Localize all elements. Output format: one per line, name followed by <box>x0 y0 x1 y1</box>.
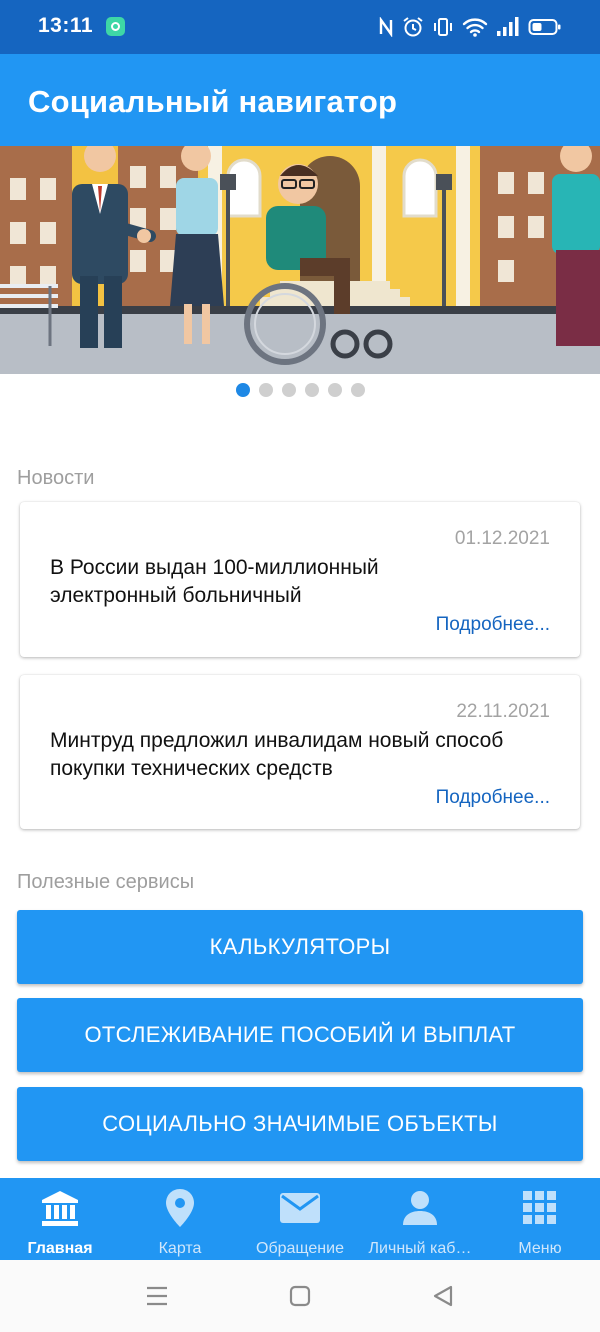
nav-label: Личный каб… <box>368 1240 472 1257</box>
wifi-icon <box>462 18 488 37</box>
news-more-link[interactable]: Подробнее... <box>436 614 550 636</box>
app-bar: Социальный навигатор <box>0 54 600 146</box>
calculators-button[interactable]: КАЛЬКУЛЯТОРЫ <box>17 910 583 984</box>
news-card[interactable]: 01.12.2021 В России выдан 100-миллионный… <box>20 502 580 657</box>
carousel-dot[interactable] <box>235 383 250 397</box>
nav-label: Главная <box>27 1240 93 1257</box>
nav-item-home[interactable]: Главная <box>0 1178 120 1260</box>
nav-label: Обращение <box>256 1240 344 1257</box>
alarm-icon <box>403 17 423 37</box>
nav-item-menu[interactable]: Меню <box>480 1178 600 1260</box>
carousel-indicator <box>0 383 600 397</box>
banner-carousel[interactable] <box>0 146 600 374</box>
nav-label: Меню <box>518 1240 562 1257</box>
banner-illustration <box>0 146 600 374</box>
news-date: 22.11.2021 <box>456 701 550 722</box>
news-headline: Минтруд предложил инвалидам новый способ… <box>50 729 504 780</box>
news-headline: В России выдан 100-миллионный электронны… <box>50 556 379 607</box>
nav-item-appeal[interactable]: Обращение <box>240 1178 360 1260</box>
news-section-label: Новости <box>17 467 95 489</box>
signal-icon <box>497 17 519 36</box>
app-notification-icon <box>106 17 125 36</box>
news-more-link[interactable]: Подробнее... <box>436 787 550 809</box>
services-section-label: Полезные сервисы <box>17 871 195 893</box>
carousel-dot[interactable] <box>281 383 296 397</box>
nfc-icon <box>379 17 393 37</box>
map-pin-icon <box>165 1188 195 1228</box>
nav-item-map[interactable]: Карта <box>120 1178 240 1260</box>
benefits-tracking-button[interactable]: ОТСЛЕЖИВАНИЕ ПОСОБИЙ И ВЫПЛАТ <box>17 998 583 1072</box>
news-date: 01.12.2021 <box>454 528 550 549</box>
status-time: 13:11 <box>38 14 94 37</box>
back-icon[interactable] <box>431 1284 455 1308</box>
carousel-dot[interactable] <box>350 383 365 397</box>
home-building-icon <box>40 1188 80 1228</box>
status-bar: 13:11 <box>0 0 600 54</box>
page-title: Социальный навигатор <box>28 84 398 119</box>
battery-icon <box>528 19 561 35</box>
news-card[interactable]: 22.11.2021 Минтруд предложил инвалидам н… <box>20 675 580 829</box>
carousel-dot[interactable] <box>258 383 273 397</box>
nav-item-account[interactable]: Личный каб… <box>360 1178 480 1260</box>
carousel-dot[interactable] <box>327 383 342 397</box>
carousel-dot[interactable] <box>304 383 319 397</box>
vibrate-icon <box>434 18 452 36</box>
status-icons <box>378 12 562 42</box>
nav-label: Карта <box>158 1240 202 1257</box>
bottom-navigation: Главная Карта Обращение Личный каб… Меню <box>0 1178 600 1260</box>
system-navigation-bar <box>0 1260 600 1332</box>
person-icon <box>402 1188 438 1228</box>
recents-icon[interactable] <box>145 1284 169 1308</box>
envelope-icon <box>279 1188 321 1228</box>
home-icon[interactable] <box>288 1284 312 1308</box>
social-objects-button[interactable]: СОЦИАЛЬНО ЗНАЧИМЫЕ ОБЪЕКТЫ <box>17 1087 583 1161</box>
grid-menu-icon <box>523 1188 557 1228</box>
